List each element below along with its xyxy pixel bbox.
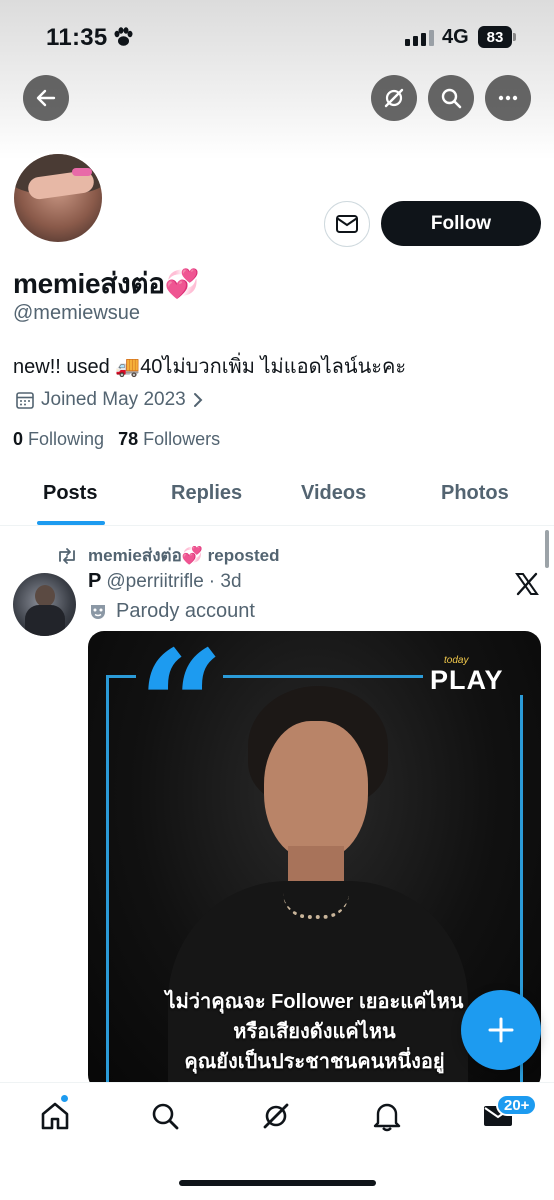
chevron-right-icon [193,393,203,407]
post-avatar-body [25,605,65,636]
active-tab-indicator [37,521,105,525]
nav-notifications[interactable] [370,1099,404,1133]
compose-button[interactable] [461,990,541,1070]
grok-icon [384,88,404,108]
plus-icon [488,1017,514,1043]
avatar-nails [72,168,92,176]
joined-date[interactable]: Joined May 2023 [15,389,204,411]
repost-icon [59,547,75,564]
joined-label: Joined May 2023 [41,389,186,410]
profile-stats: 0 Following 78 Followers [13,429,220,450]
repost-label: memieส่งต่อ💞 reposted [88,546,280,565]
following-label: Following [28,429,105,449]
tab-replies[interactable]: Replies [171,482,242,505]
search-icon [152,1103,179,1130]
parody-label: Parody account [88,600,255,623]
calendar-icon [16,392,34,409]
mask-icon [91,604,105,619]
profile-handle: @memiewsue [13,302,141,324]
brand-logo: PLAY [430,665,504,695]
envelope-icon [336,215,358,233]
x-logo-icon[interactable] [514,571,540,602]
battery-tip [513,33,516,41]
profile-avatar[interactable] [10,150,106,246]
quote-mark-icon: “ [138,631,225,794]
scrollbar[interactable] [545,530,549,568]
profile-name: memieส่งต่อ💞 [13,268,200,299]
frame-line-top-left [106,675,136,678]
followers-label: Followers [143,429,221,449]
post-header: P @perriitrifle · 3d [88,570,242,593]
profile-tabs: Posts Replies Videos Photos [0,470,554,526]
back-button[interactable] [23,75,69,121]
post-author-handle[interactable]: @perriitrifle [106,571,203,593]
tab-photos[interactable]: Photos [441,482,509,505]
search-icon [441,88,462,109]
paw-icon [112,26,134,53]
network-label: 4G [442,26,469,48]
profile-bio: new!! used 🚚40ไม่บวกเพิ่ม ไม่แอดไลน์นะคะ [13,356,407,378]
grok-icon [263,1103,289,1129]
repost-indicator: memieส่งต่อ💞 reposted [56,542,279,569]
tab-posts[interactable]: Posts [43,482,97,505]
portrait-face [264,721,368,861]
home-icon [41,1102,69,1130]
nav-home[interactable] [38,1099,72,1133]
signal-icon [405,30,434,46]
followers-link[interactable]: 78 Followers [118,429,220,450]
frame-line-top [223,675,423,678]
message-button[interactable] [324,201,370,247]
grok-button[interactable] [371,75,417,121]
home-indicator[interactable] [179,1180,376,1186]
bell-icon [373,1103,401,1132]
parody-text: Parody account [116,600,255,622]
more-button[interactable] [485,75,531,121]
following-link[interactable]: 0 Following [13,429,104,450]
arrow-left-icon [36,89,56,107]
messages-badge: 20+ [496,1094,538,1116]
nav-search[interactable] [148,1099,182,1133]
home-notification-dot [61,1095,68,1102]
battery-icon: 83 [478,26,512,48]
search-button[interactable] [428,75,474,121]
status-bar: 11:35 4G 83 [0,0,554,70]
more-icon [498,95,518,101]
post-time[interactable]: · 3d [209,571,242,593]
post-author-name[interactable]: P [88,570,101,593]
nav-grok[interactable] [259,1099,293,1133]
status-time: 11:35 [46,24,108,51]
followers-count: 78 [118,429,139,449]
post-author-avatar[interactable] [13,573,76,636]
post-avatar-head [35,585,55,607]
follow-button[interactable]: Follow [381,201,541,246]
following-count: 0 [13,429,24,449]
tab-videos[interactable]: Videos [301,482,366,505]
